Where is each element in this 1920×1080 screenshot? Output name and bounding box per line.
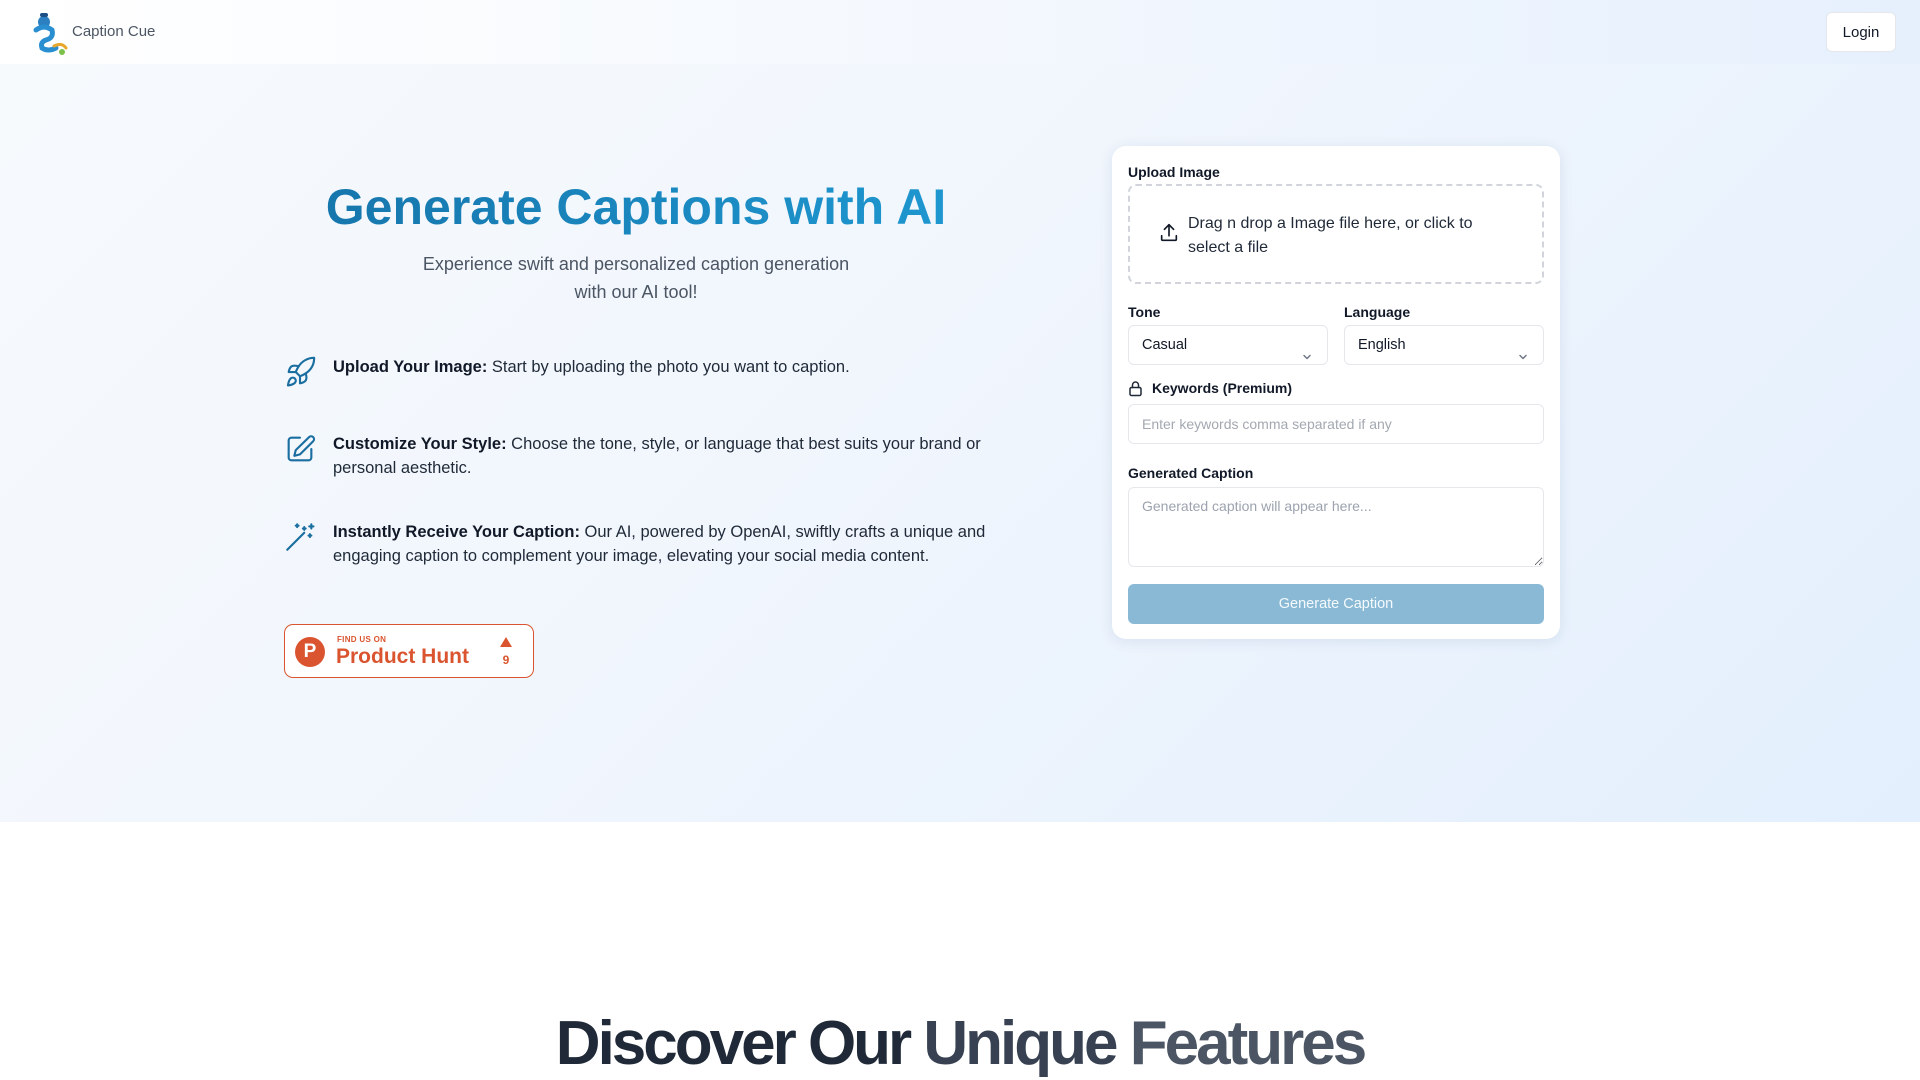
upvote-count: 9 — [502, 653, 510, 667]
navbar: Caption Cue Login — [0, 0, 1920, 64]
magic-wand-icon — [283, 520, 317, 554]
product-hunt-badge[interactable]: P FIND US ON Product Hunt 9 — [284, 624, 534, 678]
keywords-input[interactable] — [1128, 404, 1544, 444]
generated-caption-label: Generated Caption — [1128, 465, 1254, 481]
discover-word-1: Discover — [555, 1009, 808, 1078]
chevron-down-icon — [1301, 340, 1313, 360]
chevron-down-icon — [1517, 340, 1529, 360]
lock-icon — [1128, 380, 1143, 397]
hero-subtitle-line1: Experience swift and personalized captio… — [422, 254, 850, 274]
upload-image-label: Upload Image — [1128, 164, 1220, 180]
rocket-icon — [283, 355, 317, 389]
tone-select[interactable]: Casual — [1128, 325, 1328, 365]
dropzone-text: Drag n drop a Image file here, or click … — [1188, 215, 1473, 256]
upload-icon — [1158, 222, 1180, 244]
feature-receive-text: Instantly Receive Your Caption: Our AI, … — [333, 520, 1003, 568]
keywords-label: Keywords (Premium) — [1152, 380, 1293, 396]
language-select[interactable]: English — [1344, 325, 1544, 365]
hero-background — [0, 0, 1920, 822]
generated-caption-textarea[interactable] — [1128, 487, 1544, 567]
hero-subtitle: Experience swift and personalized captio… — [386, 250, 886, 306]
discover-word-2: Our — [807, 1009, 924, 1078]
product-hunt-find-us: FIND US ON — [337, 635, 387, 644]
language-value: English — [1358, 337, 1406, 353]
caption-form-card: Upload Image Drag n drop a Image file he… — [1112, 146, 1560, 639]
feature-upload-desc: Start by uploading the photo you want to… — [487, 358, 850, 376]
tone-label: Tone — [1128, 304, 1161, 320]
language-label: Language — [1344, 304, 1411, 320]
edit-icon — [283, 432, 317, 466]
discover-word-3: Unique — [923, 1009, 1130, 1078]
hero-title: Generate Captions with AI — [236, 178, 1036, 236]
hero-subtitle-line2: with our AI tool! — [574, 282, 698, 302]
product-hunt-logo-icon: P — [295, 637, 325, 667]
feature-customize-text: Customize Your Style: Choose the tone, s… — [333, 432, 1003, 480]
feature-upload-title: Upload Your Image: — [333, 358, 488, 376]
upvote-arrow-icon — [500, 637, 512, 647]
genie-logo-icon[interactable] — [24, 8, 72, 56]
brand-name[interactable]: Caption Cue — [72, 23, 155, 40]
tone-value: Casual — [1142, 337, 1188, 353]
login-button[interactable]: Login — [1826, 12, 1896, 52]
feature-customize-title: Customize Your Style: — [333, 435, 507, 453]
generate-caption-button[interactable]: Generate Caption — [1128, 584, 1544, 624]
discover-features-heading: Discover Our Unique Features — [0, 1008, 1920, 1079]
feature-receive-title: Instantly Receive Your Caption: — [333, 523, 580, 541]
feature-upload-text: Upload Your Image: Start by uploading th… — [333, 355, 1003, 379]
image-dropzone[interactable]: Drag n drop a Image file here, or click … — [1128, 184, 1544, 284]
discover-word-4: Features — [1129, 1009, 1367, 1078]
product-hunt-name: Product Hunt — [336, 645, 469, 668]
